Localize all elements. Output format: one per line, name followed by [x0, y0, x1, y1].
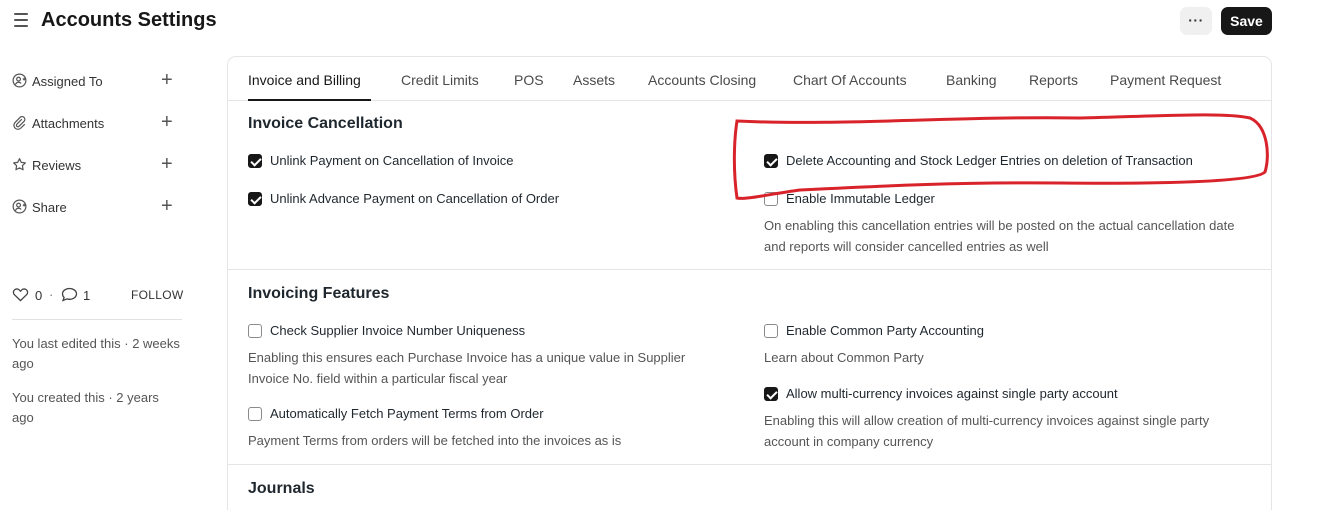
more-actions-button[interactable]: ···: [1180, 7, 1212, 35]
section-title-invoicing-features: Invoicing Features: [248, 285, 390, 302]
checkbox-label: Check Supplier Invoice Number Uniqueness: [270, 323, 526, 338]
tab-chart-of-accounts[interactable]: Chart Of Accounts: [793, 72, 907, 88]
checkbox-label: Enable Common Party Accounting: [786, 323, 984, 338]
share-user-icon: [12, 199, 27, 214]
checkbox-unchecked[interactable]: [248, 324, 262, 338]
common-party-learn-link[interactable]: Learn about Common Party: [764, 347, 1254, 368]
checkbox-label: Delete Accounting and Stock Ledger Entri…: [786, 153, 1193, 168]
sidebar-item-label: Assigned To: [32, 74, 103, 89]
checkbox-unchecked[interactable]: [248, 407, 262, 421]
checkbox-checked[interactable]: [764, 387, 778, 401]
checkbox-unchecked[interactable]: [764, 192, 778, 206]
section-divider: [228, 464, 1271, 465]
sidebar-divider: [12, 319, 182, 320]
tab-bar: Invoice and Billing Credit Limits POS As…: [228, 57, 1271, 101]
section-title-invoice-cancellation: Invoice Cancellation: [248, 115, 403, 132]
supplier-uniqueness-description: Enabling this ensures each Purchase Invo…: [248, 350, 686, 386]
tab-assets[interactable]: Assets: [573, 72, 615, 88]
sidebar-item-assigned-to[interactable]: Assigned To +: [12, 69, 182, 93]
user-add-icon: [12, 73, 27, 88]
comment-count: 1: [83, 288, 91, 303]
tab-invoice-and-billing[interactable]: Invoice and Billing: [248, 72, 361, 88]
section-divider: [228, 269, 1271, 270]
sidebar-item-label: Share: [32, 200, 67, 215]
tab-pos[interactable]: POS: [514, 72, 544, 88]
last-edited-note: You last edited this · 2 weeks ago: [12, 336, 180, 371]
immutable-ledger-description: On enabling this cancellation entries wi…: [764, 218, 1235, 254]
fetch-payment-terms-description: Payment Terms from orders will be fetche…: [248, 433, 622, 448]
checkbox-checked[interactable]: [764, 154, 778, 168]
page-title: Accounts Settings: [41, 9, 217, 31]
settings-card: Invoice and Billing Credit Limits POS As…: [227, 56, 1272, 510]
tab-reports[interactable]: Reports: [1029, 72, 1078, 88]
tab-credit-limits[interactable]: Credit Limits: [401, 72, 479, 88]
tab-payment-request[interactable]: Payment Request: [1110, 72, 1221, 88]
comment-icon[interactable]: [61, 287, 78, 302]
add-assignee-plus-icon[interactable]: +: [161, 69, 173, 91]
stats-separator: ·: [49, 287, 54, 302]
active-tab-indicator: [248, 99, 371, 101]
section-title-journals: Journals: [248, 480, 315, 497]
sidebar-item-label: Attachments: [32, 116, 105, 131]
save-button[interactable]: Save: [1221, 7, 1272, 35]
checkbox-unchecked[interactable]: [764, 324, 778, 338]
heart-icon[interactable]: [12, 287, 29, 302]
add-review-plus-icon[interactable]: +: [161, 153, 173, 175]
created-note: You created this · 2 years ago: [12, 390, 159, 425]
sidebar-item-label: Reviews: [32, 158, 82, 173]
checkbox-label: Allow multi-currency invoices against si…: [786, 386, 1118, 401]
checkbox-checked[interactable]: [248, 154, 262, 168]
add-share-plus-icon[interactable]: +: [161, 195, 173, 217]
paperclip-icon: [13, 116, 26, 130]
add-attachment-plus-icon[interactable]: +: [161, 111, 173, 133]
sidebar-item-attachments[interactable]: Attachments +: [12, 111, 182, 135]
checkbox-label: Enable Immutable Ledger: [786, 191, 935, 206]
checkbox-checked[interactable]: [248, 192, 262, 206]
sidebar-item-reviews[interactable]: Reviews +: [12, 153, 182, 177]
checkbox-label: Unlink Payment on Cancellation of Invoic…: [270, 153, 514, 168]
sidebar-item-share[interactable]: Share +: [12, 195, 182, 219]
star-icon: [13, 158, 26, 171]
multi-currency-description: Enabling this will allow creation of mul…: [764, 413, 1210, 449]
tab-accounts-closing[interactable]: Accounts Closing: [648, 72, 756, 88]
menu-icon[interactable]: [14, 13, 28, 29]
tab-banking[interactable]: Banking: [946, 72, 997, 88]
follow-button[interactable]: FOLLOW: [131, 288, 183, 302]
checkbox-label: Unlink Advance Payment on Cancellation o…: [270, 191, 560, 206]
like-count: 0: [35, 288, 43, 303]
checkbox-label: Automatically Fetch Payment Terms from O…: [270, 406, 544, 421]
